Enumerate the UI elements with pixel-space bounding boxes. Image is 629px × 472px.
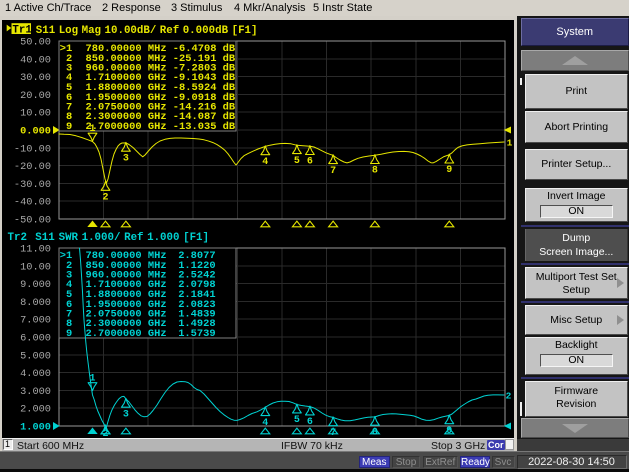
svg-text:2: 2 xyxy=(506,391,512,402)
svg-text:1.000/: 1.000/ xyxy=(82,232,121,244)
svg-text:1: 1 xyxy=(89,374,95,385)
svg-text:6: 6 xyxy=(307,157,313,168)
svg-text:9: 9 xyxy=(60,121,72,133)
svg-text:Ref: Ref xyxy=(160,25,179,37)
svg-text:0.000dB: 0.000dB xyxy=(183,25,229,37)
svg-text:11.00: 11.00 xyxy=(20,244,51,256)
svg-text:2.7000000 GHz: 2.7000000 GHz xyxy=(86,328,167,340)
svg-text:3: 3 xyxy=(123,153,129,164)
svg-text:7: 7 xyxy=(330,166,336,177)
svg-text:2.000: 2.000 xyxy=(20,404,51,416)
svg-text:-50.00: -50.00 xyxy=(14,215,51,227)
svg-text:Log: Log xyxy=(59,25,78,37)
svg-text:-30.00: -30.00 xyxy=(14,179,51,191)
svg-text:S11: S11 xyxy=(36,25,56,37)
svg-text:1.000: 1.000 xyxy=(147,232,179,244)
svg-text:Tr2: Tr2 xyxy=(8,232,27,244)
svg-text:0.000: 0.000 xyxy=(20,126,51,138)
svg-text:9: 9 xyxy=(60,328,72,340)
svg-text:-20.00: -20.00 xyxy=(14,161,51,173)
svg-text:5.000: 5.000 xyxy=(20,350,51,362)
svg-text:4.000: 4.000 xyxy=(20,368,51,380)
svg-text:1: 1 xyxy=(89,124,95,135)
svg-text:3: 3 xyxy=(123,409,129,420)
svg-text:Tr1: Tr1 xyxy=(12,24,32,36)
svg-text:-10.00: -10.00 xyxy=(14,143,51,155)
svg-text:50.00: 50.00 xyxy=(20,37,51,49)
svg-text:[F1]: [F1] xyxy=(183,232,209,244)
svg-text:8: 8 xyxy=(372,427,378,438)
svg-text:7.000: 7.000 xyxy=(20,315,51,327)
svg-text:-13.035 dB: -13.035 dB xyxy=(173,121,236,133)
svg-text:6.000: 6.000 xyxy=(20,333,51,345)
svg-text:4: 4 xyxy=(262,157,268,168)
svg-text:9: 9 xyxy=(446,165,452,176)
svg-text:3.000: 3.000 xyxy=(20,386,51,398)
svg-text:2: 2 xyxy=(102,193,108,204)
svg-text:-40.00: -40.00 xyxy=(14,197,51,209)
svg-text:4: 4 xyxy=(262,418,268,429)
svg-text:40.00: 40.00 xyxy=(20,54,51,66)
svg-text:2.7000000 GHz: 2.7000000 GHz xyxy=(86,121,167,133)
svg-text:8: 8 xyxy=(372,166,378,177)
svg-text:1.5739: 1.5739 xyxy=(178,328,215,340)
svg-text:Ref: Ref xyxy=(124,232,143,244)
svg-text:5: 5 xyxy=(294,415,300,426)
svg-text:6: 6 xyxy=(307,417,313,428)
svg-text:1.000: 1.000 xyxy=(20,422,51,434)
svg-text:10.00: 10.00 xyxy=(20,108,51,120)
svg-text:9.000: 9.000 xyxy=(20,279,51,291)
svg-text:8.000: 8.000 xyxy=(20,297,51,309)
svg-text:10.00: 10.00 xyxy=(20,261,51,273)
svg-text:Mag: Mag xyxy=(82,25,101,37)
svg-text:SWR: SWR xyxy=(59,232,79,244)
svg-text:S11: S11 xyxy=(35,232,55,244)
svg-text:[F1]: [F1] xyxy=(232,25,258,37)
svg-text:10.00dB/: 10.00dB/ xyxy=(105,25,157,37)
svg-text:5: 5 xyxy=(294,156,300,167)
svg-text:30.00: 30.00 xyxy=(20,72,51,84)
svg-text:1: 1 xyxy=(507,138,513,149)
svg-text:20.00: 20.00 xyxy=(20,90,51,102)
